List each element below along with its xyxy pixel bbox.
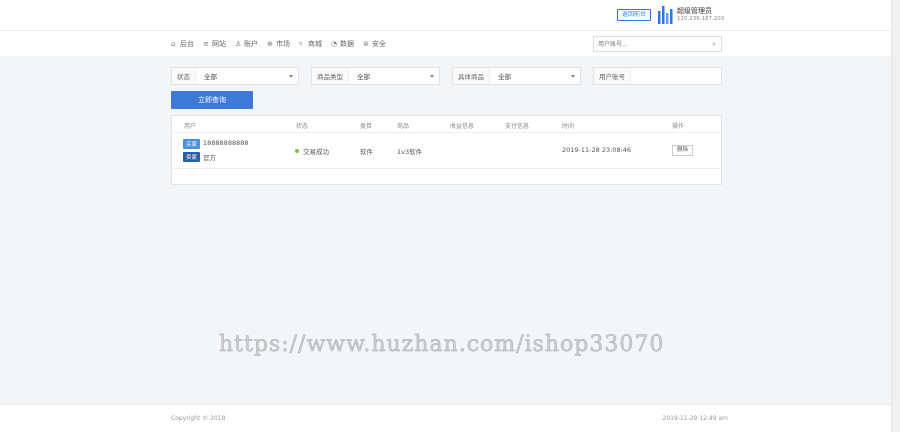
nav-item-3[interactable]: ⊕ 市场 xyxy=(267,39,290,49)
page-scrollbar[interactable] xyxy=(891,0,900,432)
order-category: 软件 xyxy=(360,148,373,156)
search-input[interactable] xyxy=(594,37,704,51)
column-header: 操作 xyxy=(672,123,685,130)
footer-time: 2019-11-29 12:49 am xyxy=(662,415,729,422)
logo-icon xyxy=(658,6,673,24)
seller-name: 官方 xyxy=(203,154,216,162)
table-header: 用户 状态 类目 商品 收益信息 支付信息 时间 操作 xyxy=(172,116,721,133)
buyer-account: 18888888888 xyxy=(203,139,249,147)
nav-item-label: 市场 xyxy=(276,40,290,48)
chart-icon: ◔ xyxy=(331,39,338,48)
globe-icon: ⊕ xyxy=(267,39,273,48)
status-select[interactable]: 状态 全部 xyxy=(171,67,299,85)
product-type-value: 全部 xyxy=(357,73,370,81)
delete-button[interactable]: 删除 xyxy=(672,145,694,156)
watermark: https://www.huzhan.com/ishop33070 xyxy=(219,332,665,358)
table-row: 买家 18888888888 卖家 官方 交易成功 软件 1v3软件 2019-… xyxy=(172,133,721,169)
specific-product-label: 具体商品 xyxy=(453,68,490,84)
seller-badge: 卖家 xyxy=(183,152,201,162)
nav-item-label: 商城 xyxy=(308,40,322,48)
column-header: 状态 xyxy=(296,123,309,130)
admin-ip: 120.236.187.203 xyxy=(677,16,725,22)
filter-bar: 状态 全部 商品类型 全部 具体商品 全部 用户账号 xyxy=(171,67,722,85)
orders-table: 用户 状态 类目 商品 收益信息 支付信息 时间 操作 买家 188888888… xyxy=(171,115,722,185)
nav-item-5[interactable]: ◔ 数据 xyxy=(331,39,354,49)
main-nav: ⌂ 后台 ≡网站 ♙账户 ⊕市场 ▿ 商城 ◔数据 ⊛安全 ⌕ xyxy=(0,30,891,56)
chevron-down-icon xyxy=(430,74,434,78)
footer: Copyright © 2018 2019-11-29 12:49 am xyxy=(0,404,891,432)
column-header: 时间 xyxy=(562,123,575,130)
admin-name: 超级管理员 xyxy=(677,7,712,15)
nav-item-2[interactable]: ♙ 账户 xyxy=(235,39,258,49)
nav-item-label: 安全 xyxy=(372,40,386,48)
query-button[interactable]: 立即查询 xyxy=(171,91,253,109)
status-dot-icon xyxy=(295,149,299,153)
cart-icon: ▿ xyxy=(299,39,303,48)
copyright: Copyright © 2018 xyxy=(171,415,226,422)
product-type-select[interactable]: 商品类型 全部 xyxy=(311,67,440,85)
search-icon[interactable]: ⌕ xyxy=(712,40,716,49)
nav-item-1[interactable]: ≡ 网站 xyxy=(203,39,226,49)
product-type-label: 商品类型 xyxy=(312,68,349,84)
specific-product-select[interactable]: 具体商品 全部 xyxy=(452,67,581,85)
column-header: 类目 xyxy=(360,123,373,130)
chevron-down-icon xyxy=(289,74,293,78)
user-account-filter: 用户账号 xyxy=(593,67,722,85)
search-box: ⌕ xyxy=(593,36,722,52)
status-label: 状态 xyxy=(172,68,196,84)
user-icon: ♙ xyxy=(235,39,242,48)
buyer-badge: 买家 xyxy=(183,139,201,149)
order-time: 2019-11-28 23:08:46 xyxy=(562,146,632,154)
user-account-input[interactable] xyxy=(631,72,711,80)
column-header: 收益信息 xyxy=(450,123,475,130)
order-product: 1v3软件 xyxy=(397,148,423,156)
column-header: 商品 xyxy=(397,123,410,130)
column-header: 用户 xyxy=(184,123,197,130)
specific-product-value: 全部 xyxy=(498,73,511,81)
nav-item-6[interactable]: ⊛ 安全 xyxy=(363,39,386,49)
nav-item-label: 数据 xyxy=(340,40,354,48)
nav-item-label: 账户 xyxy=(244,40,258,48)
nav-item-0[interactable]: ⌂ 后台 xyxy=(171,39,194,49)
back-to-frontend-button[interactable]: 返回前台 xyxy=(617,9,652,21)
list-icon: ≡ xyxy=(203,39,209,48)
column-header: 支付信息 xyxy=(505,123,530,130)
nav-item-4[interactable]: ▿ 商城 xyxy=(299,39,322,49)
home-icon: ⌂ xyxy=(171,39,176,48)
nav-item-label: 后台 xyxy=(180,40,194,48)
order-status: 交易成功 xyxy=(303,148,329,156)
nav-item-label: 网站 xyxy=(212,40,226,48)
top-header: 返回前台 超级管理员 120.236.187.203 xyxy=(0,0,891,30)
chevron-down-icon xyxy=(571,74,575,78)
settings-icon: ⊛ xyxy=(363,39,369,48)
status-value: 全部 xyxy=(204,73,217,81)
user-account-label: 用户账号 xyxy=(594,68,631,84)
